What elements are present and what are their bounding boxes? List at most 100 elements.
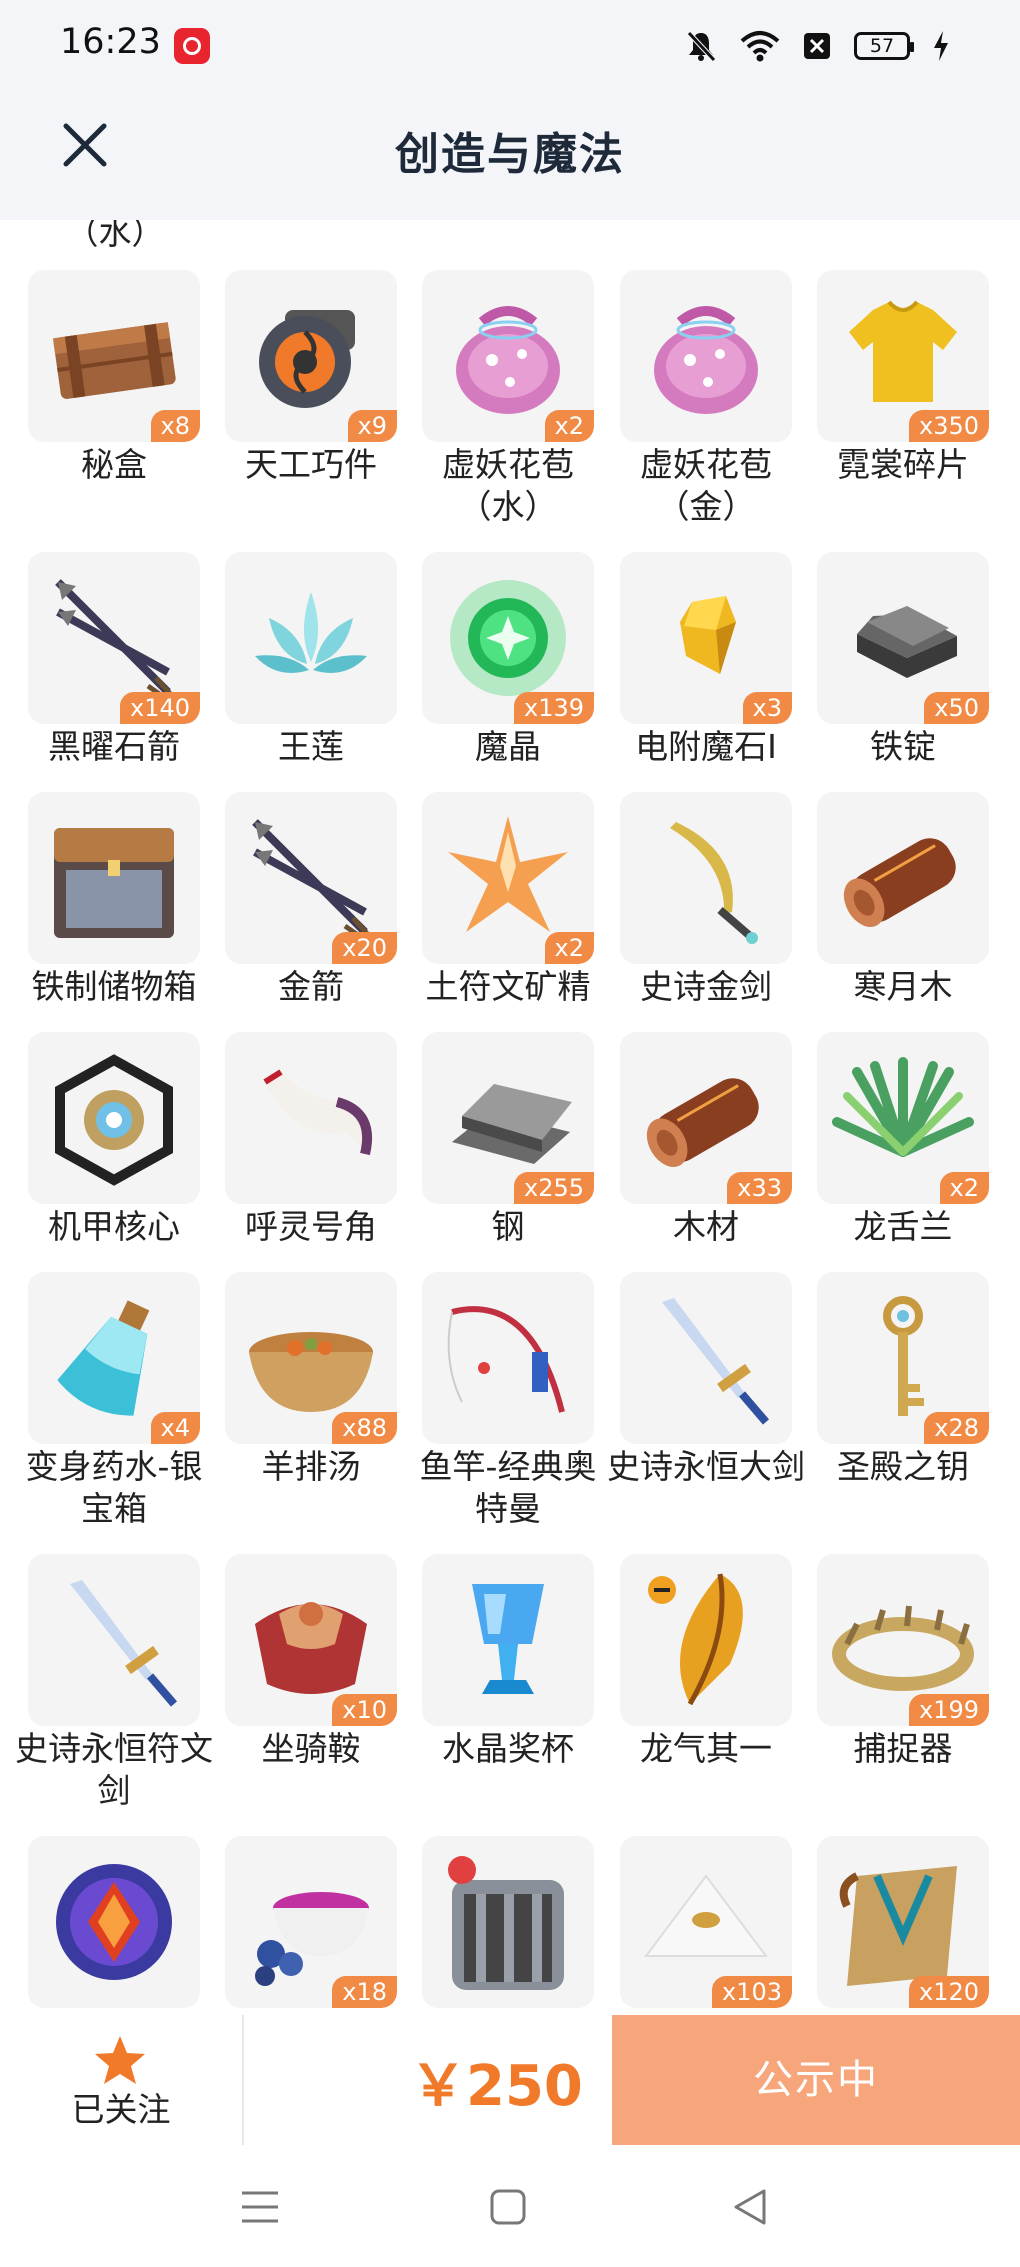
grid-item[interactable]: 史诗金剑 xyxy=(620,792,792,1008)
item-thumbnail[interactable] xyxy=(28,1032,200,1204)
item-thumbnail[interactable]: x33 xyxy=(620,1032,792,1204)
item-name: 天工巧件 xyxy=(245,445,377,484)
grid-item[interactable]: 史诗永恒符文剑 xyxy=(15,1554,213,1812)
item-thumbnail[interactable]: x2 xyxy=(422,792,594,964)
item-thumbnail[interactable] xyxy=(422,1554,594,1726)
item-thumbnail[interactable]: x120 xyxy=(817,1836,989,2008)
grid-item[interactable]: x88 羊排汤 xyxy=(225,1272,397,1488)
quantity-badge: x18 xyxy=(332,1976,397,2008)
grid-item[interactable]: x33 木材 xyxy=(620,1032,792,1248)
grid-item[interactable]: x350 霓裳碎片 xyxy=(817,270,989,486)
grid-item[interactable]: x18 xyxy=(225,1836,397,2008)
grid-item[interactable]: 水晶奖杯 xyxy=(422,1554,594,1770)
grid-item[interactable] xyxy=(422,1836,594,2008)
status-button[interactable]: 公示中 xyxy=(612,2015,1020,2145)
item-thumbnail[interactable]: x50 xyxy=(817,552,989,724)
item-thumbnail[interactable]: x103 xyxy=(620,1836,792,2008)
item-thumbnail[interactable]: x4 xyxy=(28,1272,200,1444)
item-thumbnail[interactable] xyxy=(620,1272,792,1444)
curved-sword-icon xyxy=(670,822,758,944)
item-thumbnail[interactable]: x18 xyxy=(225,1836,397,2008)
grid-item[interactable]: x28 圣殿之钥 xyxy=(817,1272,989,1488)
back-icon[interactable] xyxy=(728,2185,772,2229)
grid-item[interactable]: x3 电附魔石I xyxy=(620,552,792,768)
item-thumbnail[interactable]: x2 xyxy=(422,270,594,442)
quantity-badge: x2 xyxy=(939,1172,989,1204)
item-thumbnail[interactable]: x10 xyxy=(225,1554,397,1726)
quantity-badge: x2 xyxy=(544,410,594,442)
item-thumbnail[interactable]: x2 xyxy=(817,1032,989,1204)
grid-item[interactable]: 王莲 xyxy=(225,552,397,768)
grid-item[interactable]: x120 xyxy=(817,1836,989,2008)
follow-label: 已关注 xyxy=(71,2090,171,2129)
grid-item[interactable]: x50 铁锭 xyxy=(817,552,989,768)
grid-item[interactable] xyxy=(28,1836,200,2008)
item-thumbnail[interactable] xyxy=(620,270,792,442)
grid-item[interactable]: 虚妖花苞（金） xyxy=(620,270,792,528)
grid-item[interactable]: x20 金箭 xyxy=(225,792,397,1008)
item-thumbnail[interactable]: x199 xyxy=(817,1554,989,1726)
grid-item[interactable]: x139 魔晶 xyxy=(422,552,594,768)
item-thumbnail[interactable]: x8 xyxy=(28,270,200,442)
menu-icon[interactable] xyxy=(238,2185,282,2229)
grid-item[interactable]: x10 坐骑鞍 xyxy=(225,1554,397,1770)
item-thumbnail[interactable]: x140 xyxy=(28,552,200,724)
item-thumbnail[interactable] xyxy=(422,1836,594,2008)
item-thumbnail[interactable]: x139 xyxy=(422,552,594,724)
home-icon[interactable] xyxy=(486,2185,530,2229)
grid-item[interactable]: x255 钢 xyxy=(422,1032,594,1248)
grid-item[interactable]: x2 虚妖花苞（水） xyxy=(422,270,594,528)
item-thumbnail[interactable] xyxy=(817,792,989,964)
item-name: 圣殿之钥 xyxy=(837,1447,969,1486)
battery-icon: 57 xyxy=(854,32,914,60)
item-thumbnail[interactable] xyxy=(620,792,792,964)
grid-item[interactable]: 史诗永恒大剑 xyxy=(607,1272,805,1488)
item-name: 铁制储物箱 xyxy=(31,967,197,1006)
amulet-icon xyxy=(56,1864,172,1980)
grid-item[interactable]: x8 秘盒 xyxy=(28,270,200,486)
item-name: 水晶奖杯 xyxy=(442,1729,574,1768)
item-name: 金箭 xyxy=(278,967,344,1006)
item-thumbnail[interactable]: x3 xyxy=(620,552,792,724)
quantity-badge: x4 xyxy=(150,1412,200,1444)
quantity-badge: x2 xyxy=(544,932,594,964)
sword-icon xyxy=(70,1580,178,1707)
item-thumbnail[interactable]: x350 xyxy=(817,270,989,442)
item-name: 史诗金剑 xyxy=(640,967,772,1006)
grid-item[interactable]: x199 捕捉器 xyxy=(817,1554,989,1770)
item-grid[interactable]: （水） x8 秘盒 x9 天工巧件 x2 虚妖花苞（水） 虚妖花苞（金） x350 霓裳碎片 x1… xyxy=(0,220,1020,2015)
item-thumbnail[interactable] xyxy=(422,1272,594,1444)
grid-item[interactable]: x103 xyxy=(620,1836,792,2008)
grid-item[interactable]: 鱼竿-经典奥特曼 xyxy=(420,1272,596,1530)
quantity-badge: x20 xyxy=(332,932,397,964)
item-thumbnail[interactable] xyxy=(28,1554,200,1726)
item-thumbnail[interactable]: x20 xyxy=(225,792,397,964)
pet-cage-icon xyxy=(448,1856,564,1990)
sword-icon xyxy=(662,1298,770,1425)
item-name: 龙舌兰 xyxy=(853,1207,953,1246)
grid-item[interactable]: 机甲核心 xyxy=(28,1032,200,1248)
item-thumbnail[interactable] xyxy=(620,1554,792,1726)
status-icons: 57 xyxy=(684,28,950,64)
item-thumbnail[interactable]: x28 xyxy=(817,1272,989,1444)
item-thumbnail[interactable]: x9 xyxy=(225,270,397,442)
grid-item[interactable]: x9 天工巧件 xyxy=(225,270,397,486)
item-thumbnail[interactable]: x255 xyxy=(422,1032,594,1204)
item-thumbnail[interactable] xyxy=(225,552,397,724)
grid-item[interactable]: 龙气其一 xyxy=(620,1554,792,1770)
grid-item[interactable]: x140 黑曜石箭 xyxy=(28,552,200,768)
follow-button[interactable]: 已关注 xyxy=(0,2015,242,2145)
item-name: 虚妖花苞（金） xyxy=(640,445,772,526)
item-thumbnail[interactable] xyxy=(225,1032,397,1204)
grid-item[interactable]: 铁制储物箱 xyxy=(28,792,200,1008)
item-thumbnail[interactable]: x88 xyxy=(225,1272,397,1444)
quantity-badge: x199 xyxy=(908,1694,989,1726)
grid-item[interactable]: x4 变身药水-银宝箱 xyxy=(26,1272,202,1530)
grid-item[interactable]: x2 龙舌兰 xyxy=(817,1032,989,1248)
grid-item[interactable]: x2 土符文矿精 xyxy=(422,792,594,1008)
grid-item[interactable]: 寒月木 xyxy=(817,792,989,1008)
grid-item[interactable]: 呼灵号角 xyxy=(225,1032,397,1248)
item-thumbnail[interactable] xyxy=(28,1836,200,2008)
item-thumbnail[interactable] xyxy=(28,792,200,964)
item-name: 黑曜石箭 xyxy=(48,727,180,766)
